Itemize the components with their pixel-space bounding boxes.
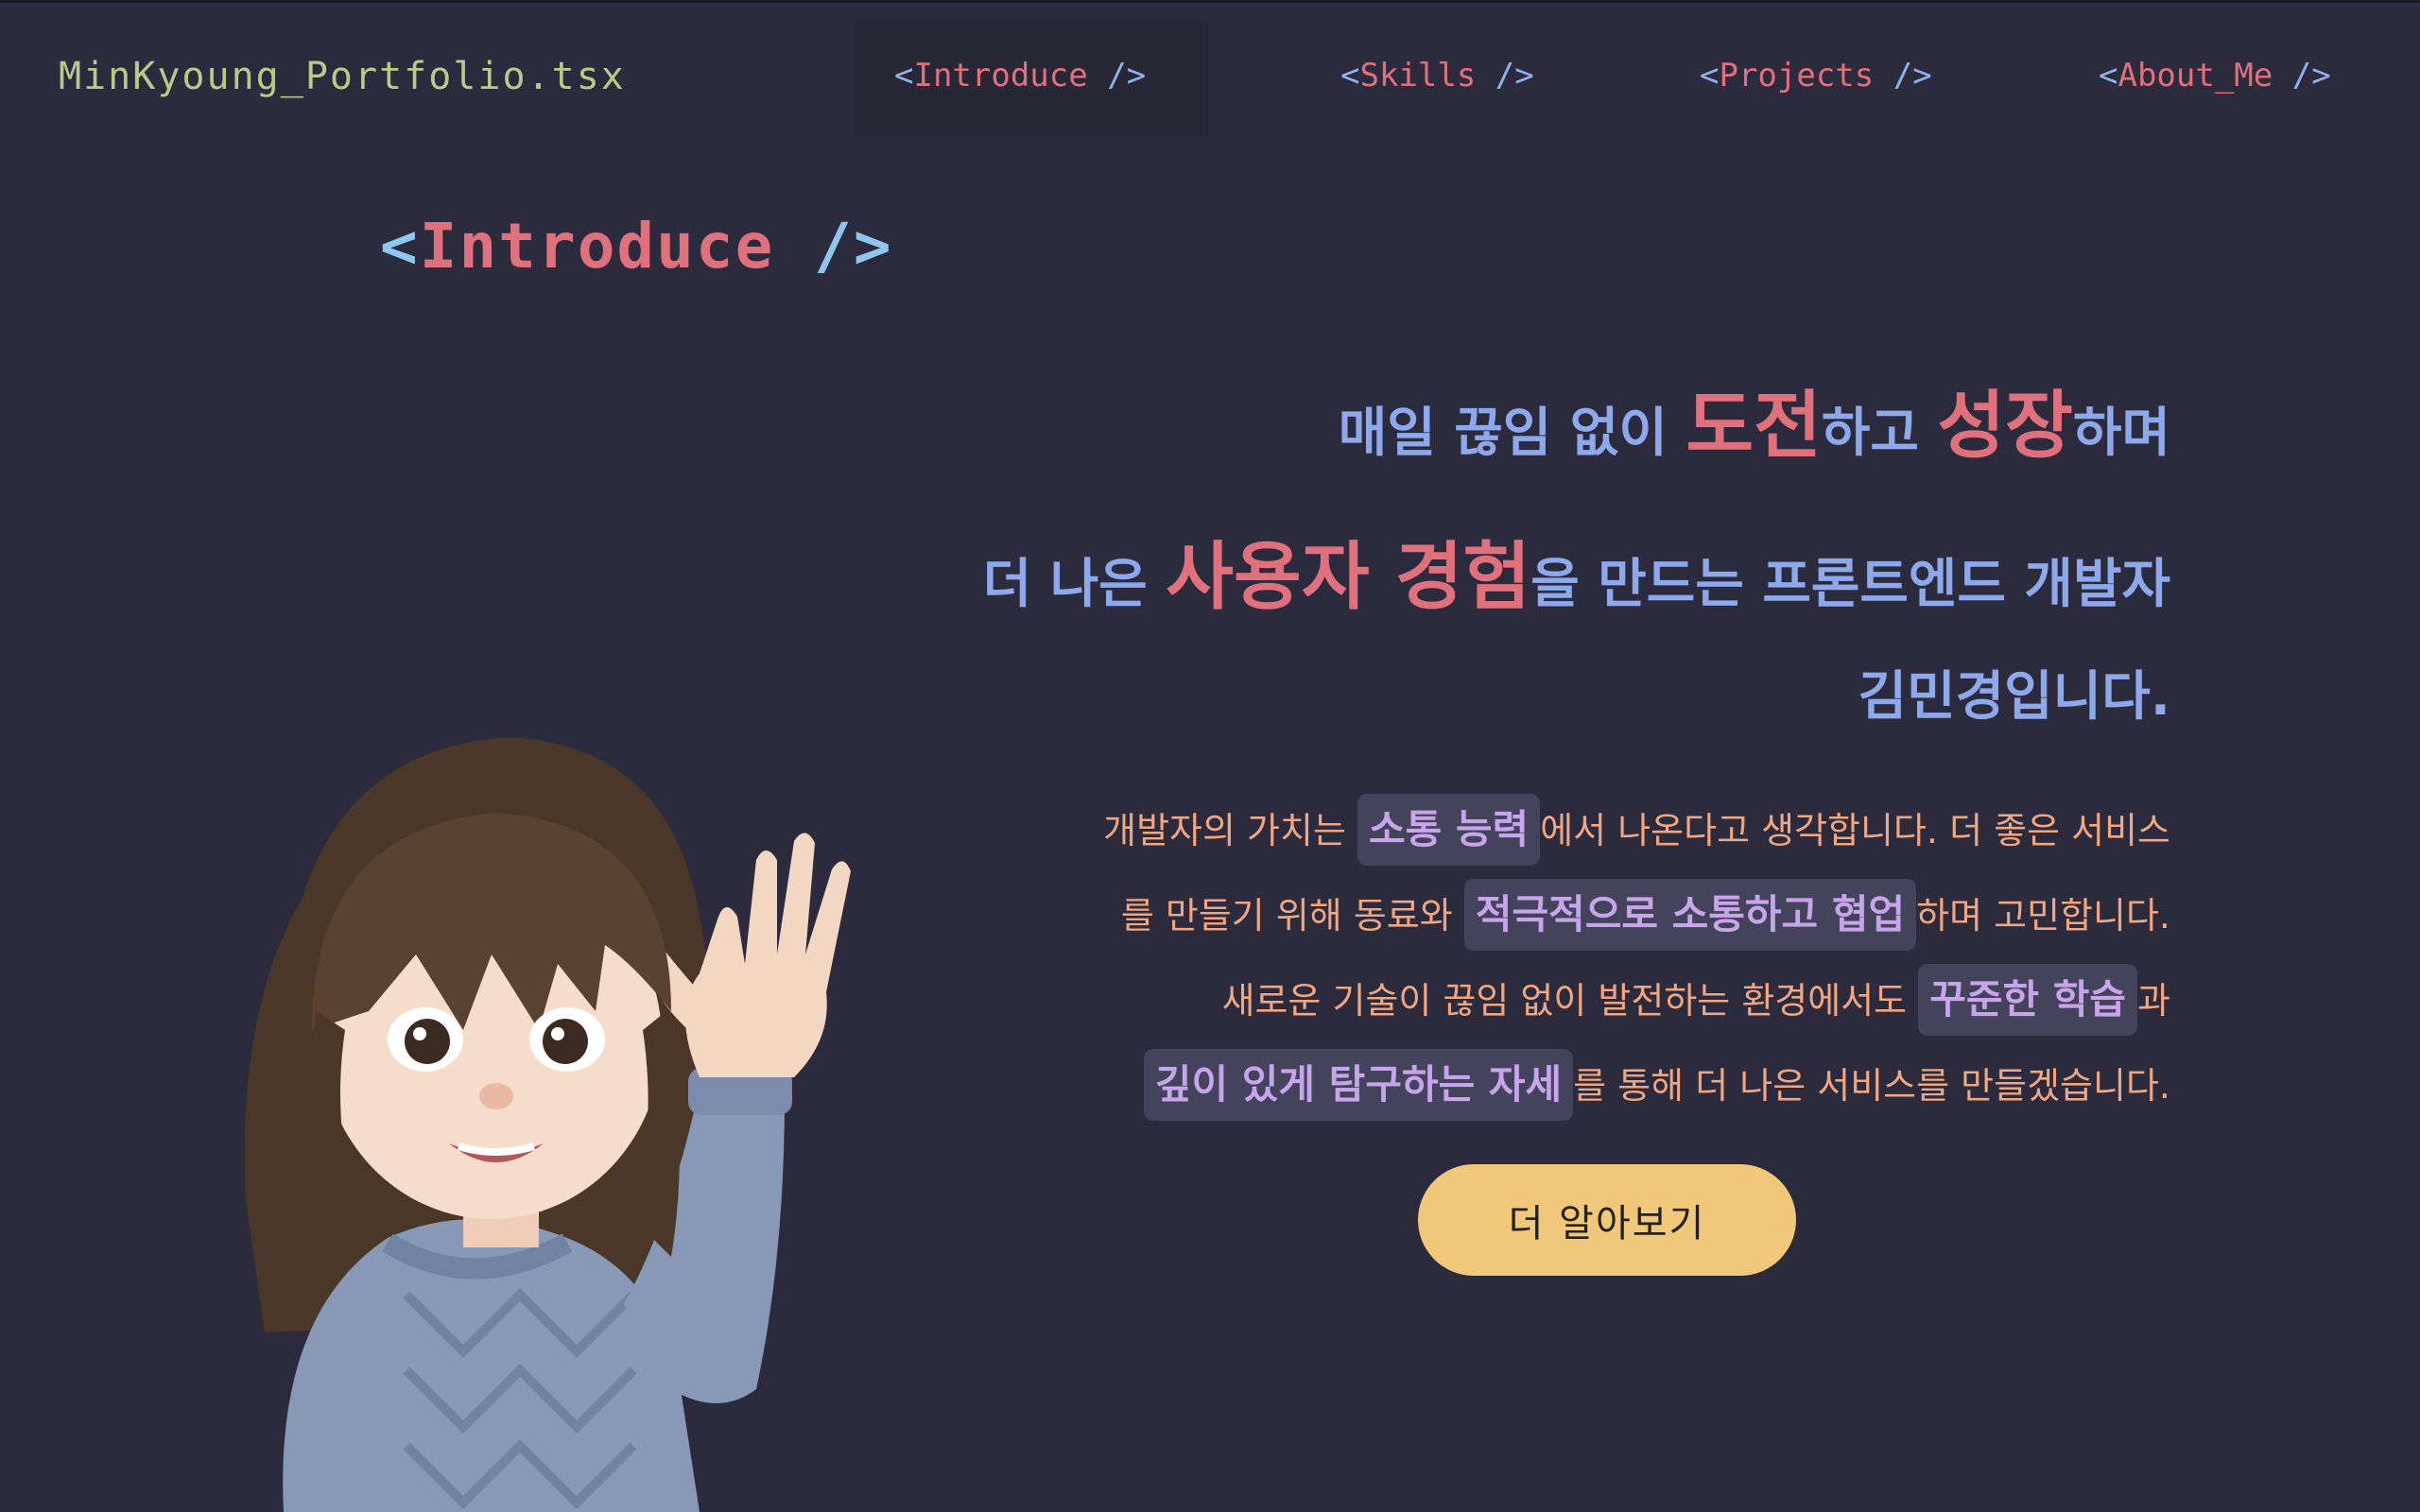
intro-line-4: 깊이 있게 탐구하는 자세 를 통해 더 나은 서비스를 만들겠습니다. <box>1143 1049 2170 1125</box>
nav-item-projects[interactable]: <Projects /> <box>1700 57 1932 94</box>
intro-line-3: 새로운 기술이 끊임 없이 발전하는 환경에서도 꾸준한 학습 과 <box>1221 964 2170 1040</box>
keyword-tag: 깊이 있게 탐구하는 자세 <box>1143 1049 1574 1121</box>
site-logo[interactable]: MinKyoung_Portfolio.tsx <box>59 55 626 98</box>
keyword-tag: 소통 능력 <box>1357 794 1541 866</box>
site-header: MinKyoung_Portfolio.tsx <Introduce /> <S… <box>0 0 2420 142</box>
highlight-growth: 성장 <box>1937 384 2073 469</box>
learn-more-button[interactable]: 더 알아보기 <box>1418 1164 1796 1276</box>
headline-line-1: 매일 끊임 없이 도전하고 성장하며 <box>1338 384 2170 469</box>
highlight-challenge: 도전 <box>1685 384 1822 469</box>
intro-line-1: 개발자의 가치는 소통 능력 에서 나온다고 생각합니다. 더 좋은 서비스 <box>1103 794 2170 869</box>
section-title: <Introduce /> <box>380 210 893 283</box>
keyword-tag: 꾸준한 학습 <box>1918 964 2138 1036</box>
highlight-user-experience: 사용자 경험 <box>1166 535 1531 620</box>
nav-item-skills[interactable]: <Skills /> <box>1340 57 1534 94</box>
headline-line-2: 더 나은 사용자 경험을 만드는 프론트엔드 개발자 <box>982 535 2170 620</box>
intro-line-2: 를 만들기 위해 동료와 적극적으로 소통하고 협업 하며 고민합니다. <box>1121 879 2170 954</box>
headline-line-3: 김민경입니다. <box>1858 666 2170 728</box>
nav-item-about-me[interactable]: <About_Me /> <box>2099 57 2331 94</box>
keyword-tag: 적극적으로 소통하고 협업 <box>1463 879 1917 951</box>
waving-girl-avatar-icon <box>244 737 851 1512</box>
nav-item-introduce[interactable]: <Introduce /> <box>894 57 1146 94</box>
